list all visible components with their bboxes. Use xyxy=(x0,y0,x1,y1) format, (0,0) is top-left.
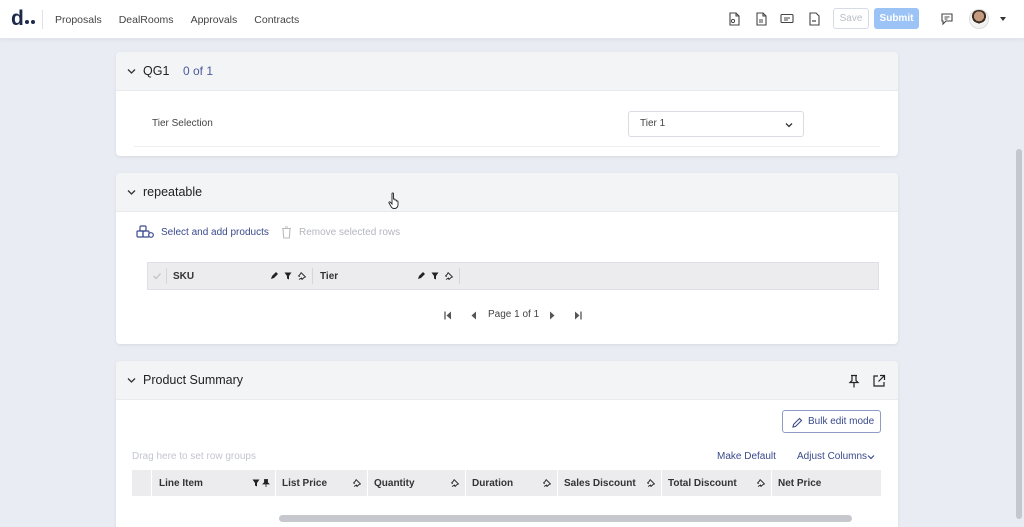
filter-icon[interactable] xyxy=(431,272,439,280)
pdf-icon[interactable] xyxy=(807,12,821,26)
edit-icon xyxy=(792,417,803,428)
bulk-edit-label: Bulk edit mode xyxy=(808,416,875,427)
next-page-icon[interactable] xyxy=(548,311,556,320)
column-line-item[interactable]: Line Item xyxy=(159,470,203,496)
tier-select[interactable]: Tier 1 xyxy=(628,111,804,137)
row-group-drop-zone[interactable]: Drag here to set row groups xyxy=(132,451,256,462)
document-settings-icon[interactable] xyxy=(754,12,768,26)
nav-proposals[interactable]: Proposals xyxy=(55,14,102,26)
logo-letter: d xyxy=(11,7,24,30)
filter-icon[interactable] xyxy=(284,272,292,280)
pin-icon[interactable] xyxy=(353,479,361,487)
column-duration[interactable]: Duration xyxy=(472,470,513,496)
preview-icon[interactable] xyxy=(780,12,794,26)
column-tier[interactable]: Tier xyxy=(320,263,338,289)
pin-icon[interactable] xyxy=(647,479,655,487)
page-scrollbar-thumb[interactable] xyxy=(1016,149,1022,519)
comments-icon[interactable] xyxy=(940,12,954,26)
document-export-icon[interactable] xyxy=(727,12,741,26)
qg1-header[interactable]: QG1 0 of 1 xyxy=(116,52,898,91)
repeatable-title: repeatable xyxy=(143,185,203,199)
pin-icon[interactable] xyxy=(451,479,459,487)
qg1-title: QG1 xyxy=(143,64,170,78)
open-external-icon[interactable] xyxy=(872,374,886,388)
repeatable-section: repeatable Select and add products Remov… xyxy=(116,173,898,344)
app-logo[interactable]: d xyxy=(11,7,35,30)
main-nav: Proposals DealRooms Approvals Contracts xyxy=(55,0,316,39)
last-page-icon[interactable] xyxy=(574,311,582,320)
chevron-down-icon xyxy=(785,123,793,128)
column-sku[interactable]: SKU xyxy=(173,263,194,289)
product-summary-title: Product Summary xyxy=(143,373,244,387)
chevron-down-icon[interactable] xyxy=(867,453,875,461)
divider xyxy=(134,146,880,147)
chevron-down-icon[interactable] xyxy=(127,67,136,76)
nav-approvals[interactable]: Approvals xyxy=(191,14,238,26)
tier-selection-label: Tier Selection xyxy=(152,118,213,129)
pin-icon[interactable] xyxy=(298,272,306,280)
product-summary-header[interactable]: Product Summary xyxy=(116,361,898,400)
nav-dealrooms[interactable]: DealRooms xyxy=(119,14,174,26)
remove-selected-rows-button[interactable]: Remove selected rows xyxy=(299,227,400,238)
hand-cursor-icon xyxy=(388,192,399,209)
pin-icon[interactable] xyxy=(445,272,453,280)
first-page-icon[interactable] xyxy=(444,311,452,320)
column-sales-discount[interactable]: Sales Discount xyxy=(564,470,636,496)
chevron-down-icon[interactable] xyxy=(127,376,136,385)
product-summary-section: Product Summary Bulk edit mode Drag here… xyxy=(116,361,898,527)
previous-page-icon[interactable] xyxy=(470,311,478,320)
adjust-columns-dropdown[interactable]: Adjust Columns xyxy=(797,451,867,462)
products-icon[interactable] xyxy=(136,225,154,239)
chevron-down-icon[interactable] xyxy=(1000,17,1006,21)
pin-icon[interactable] xyxy=(262,479,270,487)
select-add-products-link[interactable]: Select and add products xyxy=(161,227,269,238)
horizontal-scrollbar[interactable] xyxy=(279,515,852,522)
pin-icon[interactable] xyxy=(847,374,861,388)
column-quantity[interactable]: Quantity xyxy=(374,470,415,496)
column-net-price[interactable]: Net Price xyxy=(778,470,821,496)
chevron-down-icon[interactable] xyxy=(127,188,136,197)
trash-icon xyxy=(282,226,291,239)
tier-select-value: Tier 1 xyxy=(640,118,666,129)
submit-button[interactable]: Submit xyxy=(874,8,919,29)
repeatable-header[interactable]: repeatable xyxy=(116,173,898,212)
page-indicator: Page 1 of 1 xyxy=(488,309,540,320)
repeatable-grid-header: SKU Tier xyxy=(147,262,879,290)
select-all-checkbox[interactable] xyxy=(152,271,162,281)
save-button[interactable]: Save xyxy=(833,8,869,29)
logo-divider xyxy=(42,10,43,29)
product-summary-grid-header: Line Item List Price Quantity Duration S… xyxy=(132,470,881,496)
nav-contracts[interactable]: Contracts xyxy=(254,14,299,26)
qg1-count: 0 of 1 xyxy=(183,64,214,78)
column-list-price[interactable]: List Price xyxy=(282,470,327,496)
avatar[interactable] xyxy=(969,9,989,29)
qg1-section: QG1 0 of 1 Tier Selection Tier 1 xyxy=(116,52,898,156)
filter-icon[interactable] xyxy=(252,479,260,487)
pin-icon[interactable] xyxy=(543,479,551,487)
column-total-discount[interactable]: Total Discount xyxy=(668,470,737,496)
edit-icon[interactable] xyxy=(417,272,425,280)
edit-icon[interactable] xyxy=(270,272,278,280)
make-default-link[interactable]: Make Default xyxy=(717,451,776,462)
top-navbar: d Proposals DealRooms Approvals Contract… xyxy=(0,0,1024,39)
bulk-edit-button[interactable]: Bulk edit mode xyxy=(782,410,881,433)
pin-icon[interactable] xyxy=(757,479,765,487)
